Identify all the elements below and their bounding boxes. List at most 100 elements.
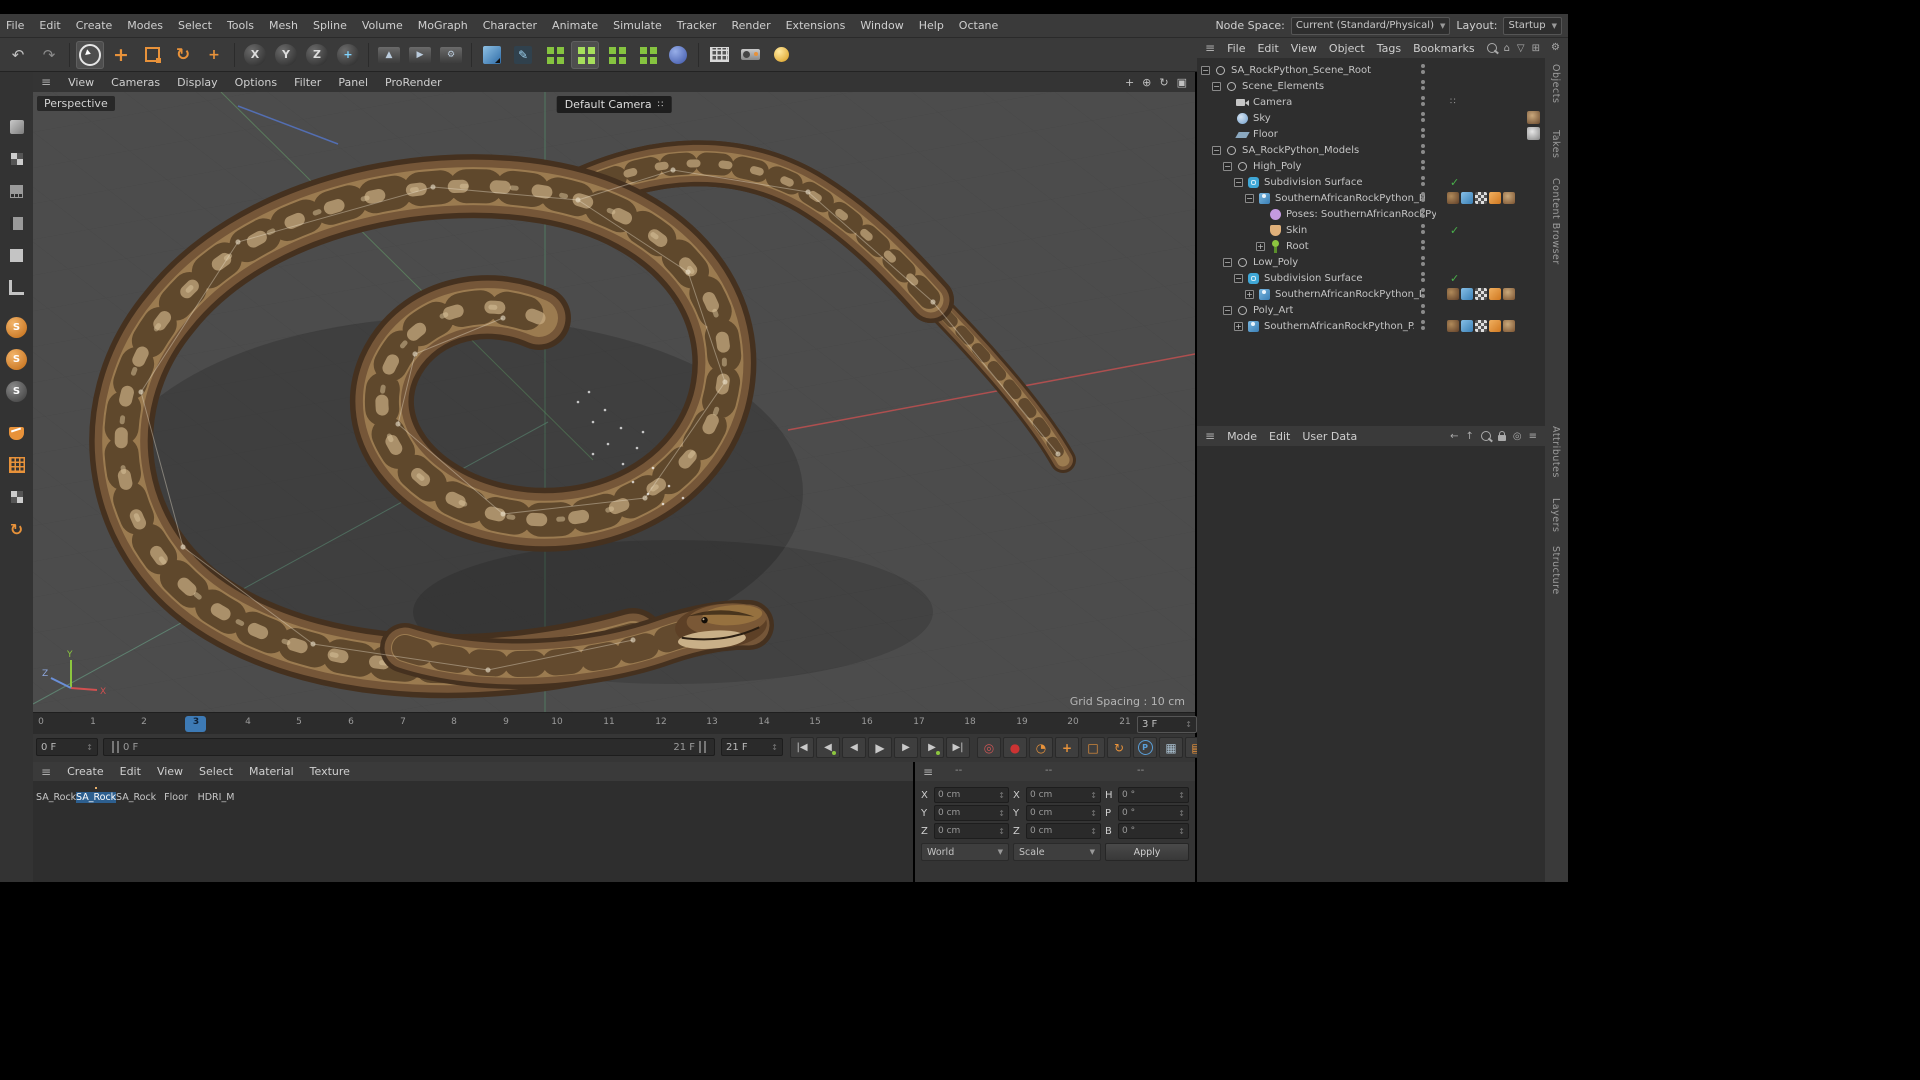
mat-menu-edit[interactable]: Edit (120, 765, 141, 778)
menu-help[interactable]: Help (919, 19, 944, 32)
tree-row-poly-art[interactable]: − Poly_Art (1197, 302, 1545, 318)
phong-tag-icon[interactable] (1489, 192, 1501, 204)
polygons-mode-button[interactable] (4, 242, 30, 268)
hamburger-icon[interactable]: ≡ (41, 765, 51, 779)
tree-row-floor[interactable]: Floor (1197, 126, 1545, 142)
home-icon[interactable]: ⌂ (1504, 43, 1510, 54)
material-tag-icon[interactable] (1527, 111, 1540, 124)
visibility-dots[interactable] (1421, 240, 1425, 250)
up-arrow-icon[interactable]: ↑ (1465, 431, 1473, 442)
current-frame-field[interactable]: 3 F ↕ (1137, 716, 1197, 733)
phong-tag-icon[interactable] (1489, 320, 1501, 332)
menu-mograph[interactable]: MoGraph (418, 19, 468, 32)
axis-lock-x[interactable]: X (241, 41, 269, 69)
attr-menu-edit[interactable]: Edit (1269, 430, 1290, 443)
visibility-dots[interactable] (1421, 272, 1425, 282)
menu-file[interactable]: File (6, 19, 24, 32)
visibility-dots[interactable] (1421, 288, 1425, 298)
material-item[interactable]: HDRI_M (196, 788, 236, 803)
spinner-icon[interactable]: ↕ (1178, 809, 1185, 818)
goto-end-button[interactable]: ▶| (946, 737, 970, 758)
light-button[interactable] (767, 41, 795, 69)
search-icon[interactable] (1480, 431, 1491, 441)
camera-selector[interactable]: Default Camera ∷ (556, 96, 672, 113)
spinner-icon[interactable]: ↕ (771, 743, 778, 752)
position-y-field[interactable]: 0 cm ↕ (934, 805, 1009, 821)
material-tag-icon[interactable] (1503, 320, 1515, 332)
goto-start-button[interactable]: |◀ (790, 737, 814, 758)
visibility-dots[interactable] (1421, 176, 1425, 186)
visibility-dots[interactable] (1421, 64, 1425, 74)
viewport-pan-icon[interactable]: + (1125, 76, 1134, 89)
menu-tracker[interactable]: Tracker (677, 19, 717, 32)
axis-lock-y[interactable]: Y (272, 41, 300, 69)
tree-row-scene-root[interactable]: − SA_RockPython_Scene_Root (1197, 62, 1545, 78)
visibility-dots[interactable] (1421, 160, 1425, 170)
position-mode-dropdown[interactable]: World ▼ (921, 843, 1009, 861)
axis-lock-z[interactable]: Z (303, 41, 331, 69)
mograph-array-button[interactable] (633, 41, 661, 69)
next-key-button[interactable]: ▶ (920, 737, 944, 758)
mograph-matrix-button[interactable] (571, 40, 599, 69)
dock-tab-content-browser[interactable]: Content Browser (1550, 178, 1561, 265)
visibility-dots[interactable] (1421, 256, 1425, 266)
menu-spline[interactable]: Spline (313, 19, 347, 32)
snap-disabled-button[interactable]: S (4, 378, 30, 404)
om-menu-object[interactable]: Object (1329, 42, 1365, 55)
dock-tab-structure[interactable]: Structure (1550, 546, 1561, 595)
vp-menu-prorender[interactable]: ProRender (385, 76, 442, 89)
mat-menu-texture[interactable]: Texture (310, 765, 350, 778)
texture-tag-icon[interactable] (1447, 288, 1459, 300)
vp-menu-options[interactable]: Options (235, 76, 277, 89)
menu-render[interactable]: Render (731, 19, 770, 32)
last-used-tool[interactable]: + (200, 41, 228, 69)
vp-menu-filter[interactable]: Filter (294, 76, 321, 89)
spinner-icon[interactable]: ↕ (998, 827, 1005, 836)
tree-row-python-hp[interactable]: − SouthernAfricanRockPython_HP (1197, 190, 1545, 206)
render-view-button[interactable]: ▲ (375, 41, 403, 69)
uv-tag-icon[interactable] (1475, 192, 1487, 204)
checker-texture-button[interactable] (4, 484, 30, 510)
filter-icon[interactable]: ▽ (1517, 43, 1525, 54)
om-menu-view[interactable]: View (1291, 42, 1317, 55)
attr-menu-mode[interactable]: Mode (1227, 430, 1257, 443)
tree-row-sky[interactable]: Sky (1197, 110, 1545, 126)
spinner-icon[interactable]: ↕ (1090, 827, 1097, 836)
uv-tag-icon[interactable] (1475, 288, 1487, 300)
visibility-dots[interactable] (1421, 320, 1425, 330)
node-space-dropdown[interactable]: Current (Standard/Physical) ▼ (1290, 16, 1451, 35)
vp-menu-display[interactable]: Display (177, 76, 218, 89)
visibility-dots[interactable] (1421, 208, 1425, 218)
back-arrow-icon[interactable]: ← (1450, 431, 1458, 442)
points-mode-button[interactable] (4, 178, 30, 204)
phong-tag-icon[interactable] (1489, 288, 1501, 300)
render-settings-button[interactable]: ⚙ (437, 41, 465, 69)
material-item[interactable]: SA_Rock (116, 788, 156, 803)
previous-key-button[interactable]: ◀ (816, 737, 840, 758)
collapse-icon[interactable]: − (1212, 81, 1221, 91)
expand-icon[interactable]: + (1245, 289, 1254, 299)
menu-volume[interactable]: Volume (362, 19, 403, 32)
lock-icon[interactable] (1497, 431, 1506, 441)
snap-modes-button[interactable]: S (4, 346, 30, 372)
spinner-icon[interactable]: ↕ (1178, 791, 1185, 800)
visibility-dots[interactable] (1421, 112, 1425, 122)
powerslider-track[interactable]: 0 F 21 F (103, 738, 715, 756)
menu-simulate[interactable]: Simulate (613, 19, 662, 32)
size-x-field[interactable]: 0 cm ↕ (1026, 787, 1101, 803)
redo-button[interactable]: ↷ (35, 41, 63, 69)
rotation-p-field[interactable]: 0 ° ↕ (1118, 805, 1189, 821)
paint-tool-button[interactable] (4, 420, 30, 446)
pen-spline-button[interactable]: ✎ (509, 41, 537, 69)
size-mode-dropdown[interactable]: Scale ▼ (1013, 843, 1101, 861)
enabled-check-icon[interactable]: ✓ (1450, 224, 1459, 237)
volume-builder-button[interactable] (664, 41, 692, 69)
workplane-mode-button[interactable] (4, 274, 30, 300)
viewport-zoom-icon[interactable]: ⊕ (1142, 76, 1151, 89)
vp-menu-view[interactable]: View (68, 76, 94, 89)
tree-row-subdivision-lp[interactable]: − Subdivision Surface ✓ (1197, 270, 1545, 286)
play-button[interactable]: ▶ (868, 737, 892, 758)
gear-icon[interactable]: ⚙ (1551, 42, 1560, 53)
material-tag-icon[interactable] (1503, 192, 1515, 204)
menu-create[interactable]: Create (76, 19, 113, 32)
